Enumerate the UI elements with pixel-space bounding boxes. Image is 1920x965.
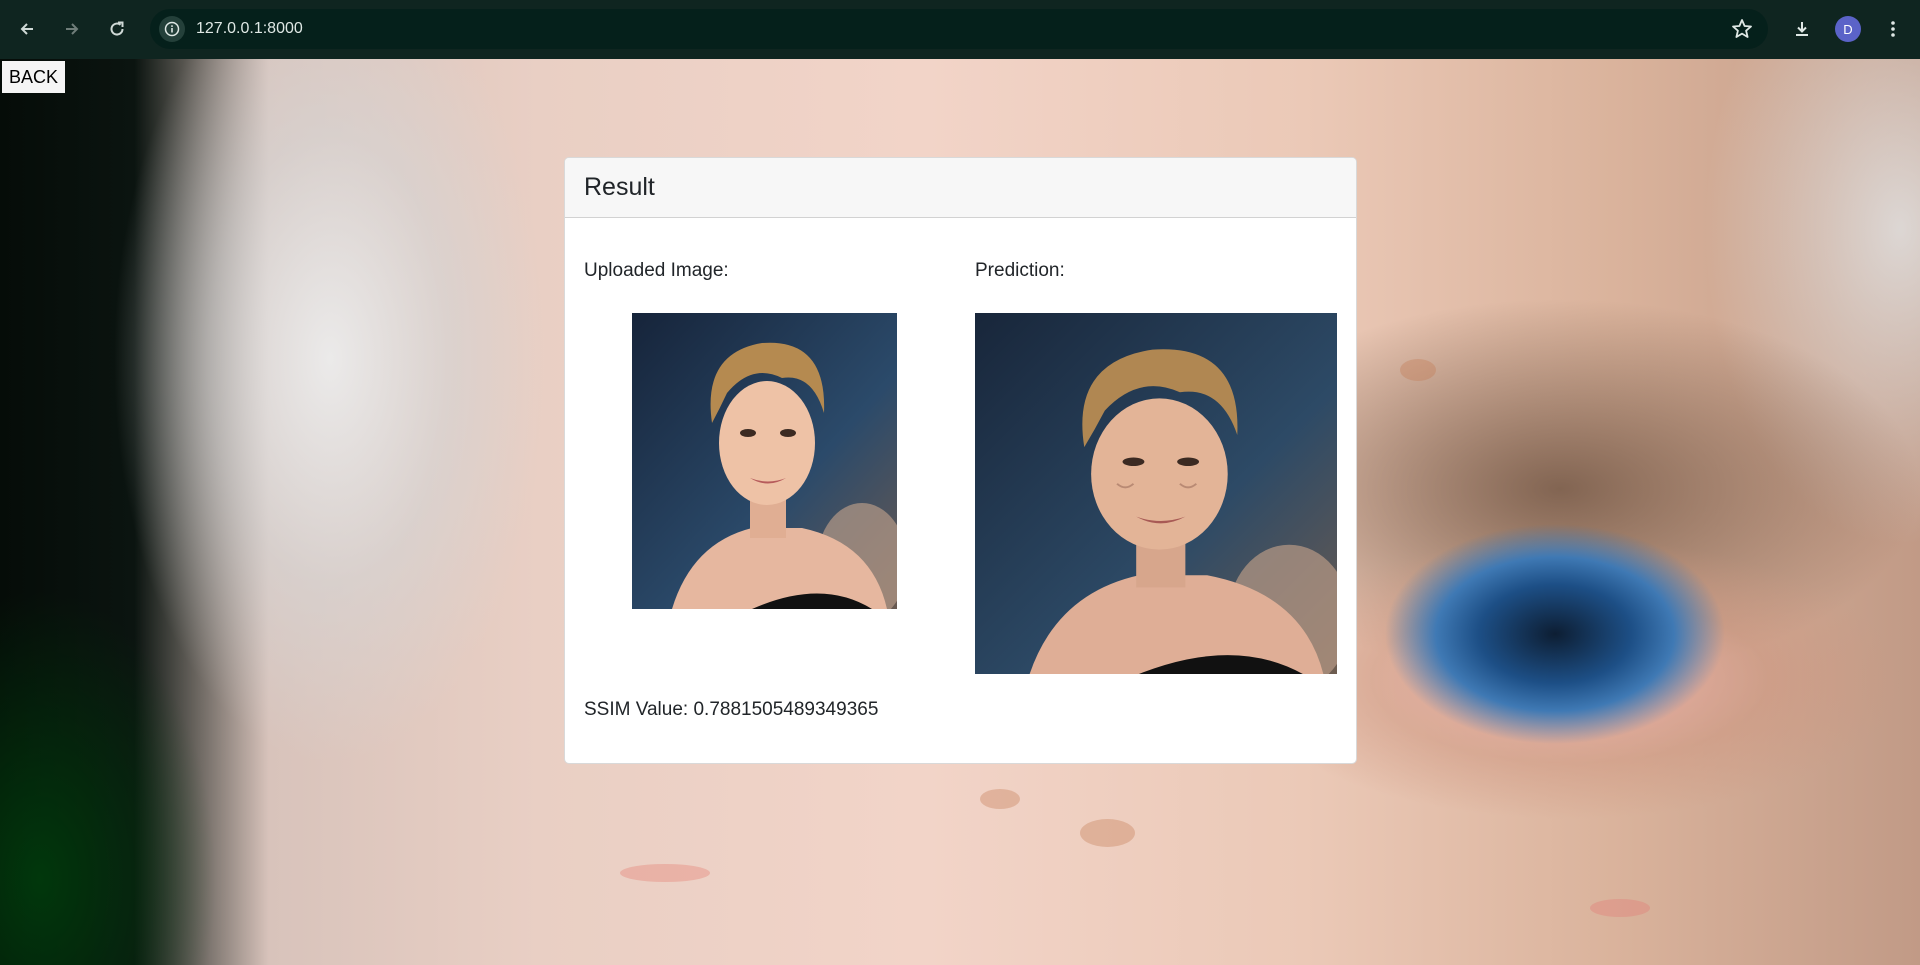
profile-avatar[interactable]: D [1835,16,1861,42]
page-viewport: BACK Result Uploaded Image: Prediction: [0,59,1920,965]
more-menu-icon[interactable] [1876,12,1910,46]
back-button[interactable]: BACK [2,61,66,93]
url-text[interactable]: 127.0.0.1:8000 [196,9,303,49]
prediction-label: Prediction: [975,260,1065,281]
forward-arrow-icon[interactable] [55,12,89,46]
site-info-icon[interactable] [159,16,185,42]
bookmark-star-icon[interactable] [1730,17,1754,41]
uploaded-image-label: Uploaded Image: [584,260,729,281]
card-title: Result [565,158,1356,218]
result-card: Result Uploaded Image: Prediction: SSIM … [564,157,1357,764]
prediction-image [975,313,1337,674]
back-arrow-icon[interactable] [10,12,44,46]
address-bar[interactable]: 127.0.0.1:8000 [150,9,1768,49]
reload-icon[interactable] [100,12,134,46]
browser-toolbar: 127.0.0.1:8000 D [0,0,1920,59]
download-icon[interactable] [1785,12,1819,46]
uploaded-image [632,313,897,609]
ssim-value-text: SSIM Value: 0.7881505489349365 [584,699,879,720]
